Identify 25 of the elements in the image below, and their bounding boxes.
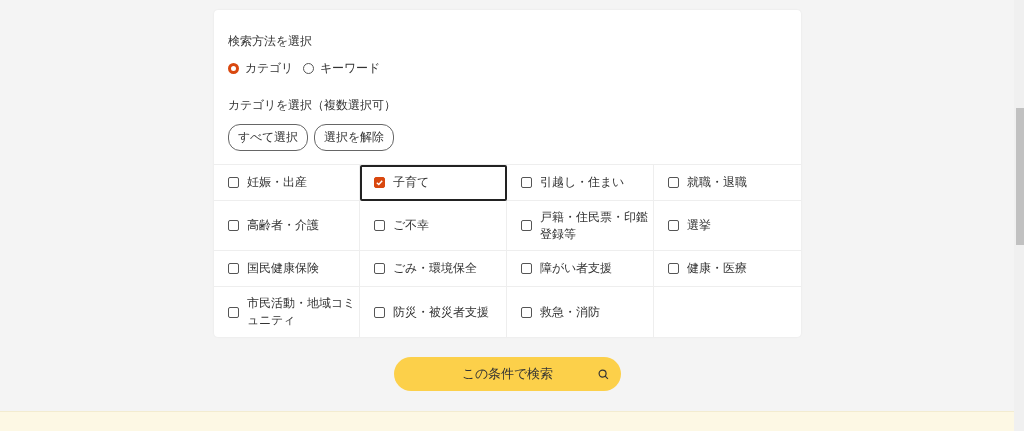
check-icon (375, 178, 385, 187)
category-checkbox[interactable]: 妊娠・出産 (213, 165, 361, 201)
category-checkbox[interactable]: 障がい者支援 (507, 251, 654, 287)
scrollbar[interactable] (1014, 0, 1024, 431)
category-checkbox[interactable]: 救急・消防 (507, 287, 654, 337)
category-checkbox[interactable]: ご不幸 (360, 201, 507, 251)
category-checkbox[interactable]: 健康・医療 (653, 251, 801, 287)
category-checkbox[interactable]: ごみ・環境保全 (360, 251, 507, 287)
category-checkbox[interactable]: 防災・被災者支援 (360, 287, 507, 337)
category-checkbox[interactable]: 子育て (360, 165, 507, 201)
section-label: カテゴリを選択（複数選択可） (227, 97, 396, 114)
category-checkbox[interactable]: 選挙 (653, 201, 801, 251)
pill-button[interactable]: すべて選択 (227, 124, 308, 151)
category-checkbox[interactable]: 市民活動・地域コミュニティ (213, 287, 361, 337)
radio-option[interactable]: キーワード (302, 60, 380, 77)
category-checkbox[interactable]: 国民健康保険 (213, 251, 361, 287)
radio-option[interactable]: カテゴリ (227, 60, 293, 77)
search-icon (597, 369, 609, 380)
section-label: 検索方法を選択 (227, 33, 312, 50)
category-checkbox[interactable]: 戸籍・住民票・印鑑登録等 (507, 201, 654, 251)
category-checkbox[interactable]: 引越し・住まい (507, 165, 654, 201)
pill-button[interactable]: 選択を解除 (313, 124, 394, 151)
category-checkbox[interactable]: 高齢者・介護 (213, 201, 361, 251)
category-checkbox[interactable]: 就職・退職 (653, 165, 801, 201)
search-button[interactable]: この条件で検索 (393, 357, 621, 391)
